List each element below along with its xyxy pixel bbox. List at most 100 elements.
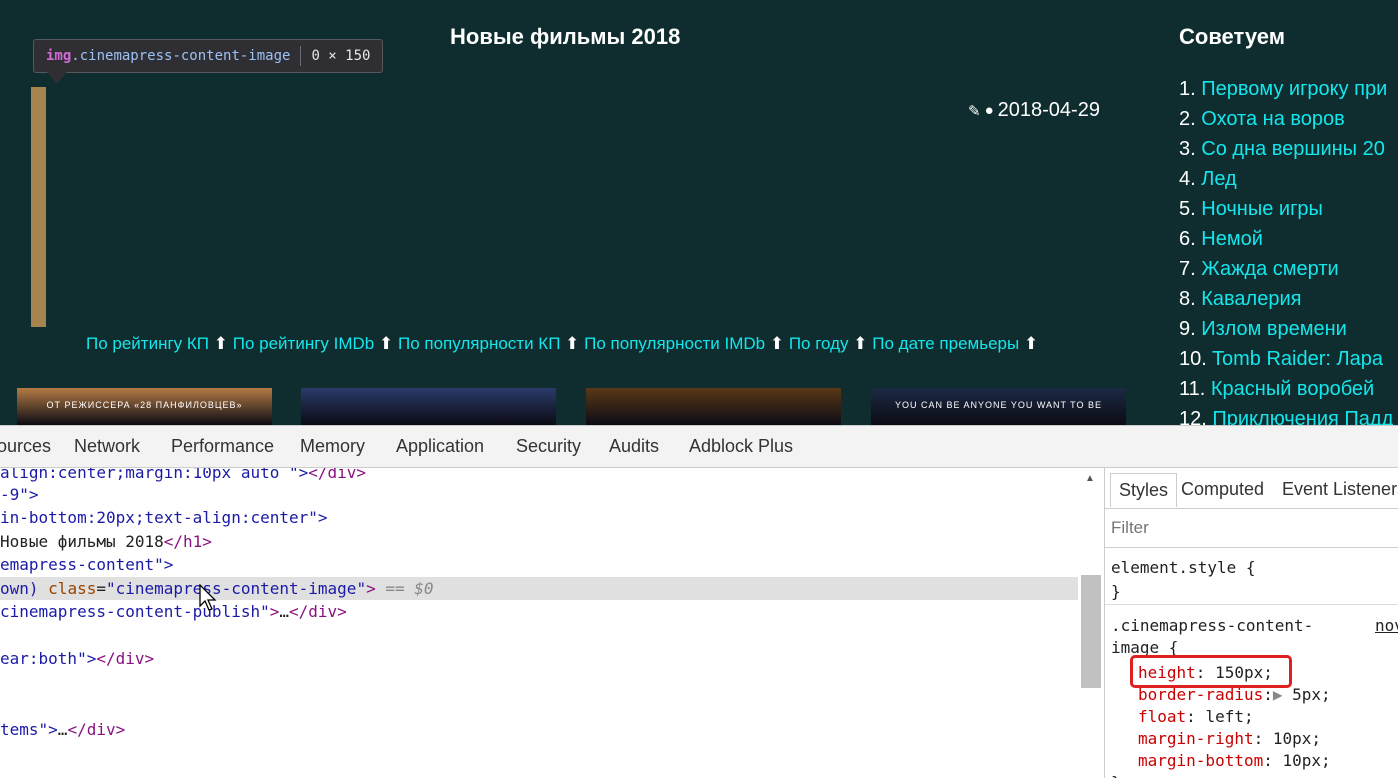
arrow-up-icon: ⬆ bbox=[565, 334, 580, 353]
arrow-up-icon: ⬆ bbox=[1023, 334, 1039, 353]
sort-imdb-popularity[interactable]: По популярности IMDb bbox=[584, 334, 765, 353]
dom-line[interactable]: -9"> bbox=[0, 483, 39, 506]
arrow-up-icon: ⬆ bbox=[769, 334, 785, 353]
sort-links: По рейтингу КП ⬆ По рейтингу IMDb ⬆ По п… bbox=[86, 334, 1038, 354]
sidebar-title: Советуем bbox=[1179, 24, 1285, 49]
sort-imdb-rating[interactable]: По рейтингу IMDb bbox=[233, 334, 375, 353]
rule-close-brace: } bbox=[1111, 582, 1121, 601]
scroll-up-arrow-icon[interactable]: ▲ bbox=[1085, 473, 1095, 484]
tooltip-tag: img bbox=[46, 48, 72, 64]
recommend-number: 10. bbox=[1179, 348, 1207, 370]
recommend-link[interactable]: Ночные игры bbox=[1201, 198, 1323, 220]
dom-line[interactable]: Новые фильмы 2018</h1> bbox=[0, 530, 212, 553]
inspect-tooltip: img .cinemapress-content-image 0 × 150 bbox=[33, 39, 384, 73]
dom-line[interactable]: in-bottom:20px;text-align:center"> bbox=[0, 506, 328, 529]
recommend-link[interactable]: Со дна вершины 20 bbox=[1201, 138, 1385, 160]
tooltip-size: 0 × 150 bbox=[311, 48, 371, 64]
mouse-cursor-icon bbox=[199, 584, 217, 611]
rule-selector[interactable]: .cinemapress-content- bbox=[1111, 616, 1313, 635]
recommend-number: 3. bbox=[1179, 138, 1196, 160]
tab-application[interactable]: Application bbox=[396, 436, 484, 457]
pencil-icon[interactable]: ✎ bbox=[968, 102, 981, 120]
movie-poster[interactable] bbox=[586, 388, 841, 425]
recommend-link[interactable]: Первому игроку при bbox=[1201, 78, 1387, 100]
element-style-selector[interactable]: element.style { bbox=[1111, 558, 1256, 577]
tab-network[interactable]: Network bbox=[74, 436, 140, 457]
tab-sources[interactable]: ources bbox=[0, 436, 51, 457]
tab-styles[interactable]: Styles bbox=[1110, 473, 1178, 507]
dom-line[interactable]: ear:both"></div> bbox=[0, 647, 154, 670]
recommend-link[interactable]: Tomb Raider: Лара bbox=[1212, 348, 1383, 370]
page-viewport: Новые фильмы 2018 img .cinemapress-conten… bbox=[0, 0, 1398, 425]
tab-memory[interactable]: Memory bbox=[300, 436, 365, 457]
recommend-item: 6. Немой bbox=[1179, 226, 1393, 256]
recommend-item: 4. Лед bbox=[1179, 166, 1393, 196]
tooltip-arrow bbox=[47, 72, 67, 84]
recommend-item: 10. Tomb Raider: Лара bbox=[1179, 346, 1393, 376]
devtools-tabbar: ources Network Performance Memory Applic… bbox=[0, 426, 1398, 468]
sort-kp-rating[interactable]: По рейтингу КП bbox=[86, 334, 209, 353]
movie-poster[interactable] bbox=[301, 388, 556, 425]
tab-event-listeners[interactable]: Event Listeners bbox=[1282, 479, 1398, 500]
filter-input[interactable] bbox=[1109, 517, 1393, 539]
clock-icon: ● bbox=[984, 102, 994, 119]
recommend-number: 5. bbox=[1179, 198, 1196, 220]
dom-line[interactable]: align:center;margin:10px auto "></div> bbox=[0, 468, 366, 484]
inspected-image-highlight[interactable] bbox=[31, 87, 46, 327]
recommend-item: 8. Кавалерия bbox=[1179, 286, 1393, 316]
arrow-up-icon: ⬆ bbox=[853, 334, 868, 353]
rule-close-brace: } bbox=[1111, 773, 1121, 778]
tab-performance[interactable]: Performance bbox=[171, 436, 274, 457]
sort-kp-popularity[interactable]: По популярности КП bbox=[398, 334, 560, 353]
recommend-item: 7. Жажда смерти bbox=[1179, 256, 1393, 286]
recommend-item: 11. Красный воробей bbox=[1179, 376, 1393, 406]
recommend-number: 4. bbox=[1179, 168, 1196, 190]
recommend-item: 9. Излом времени bbox=[1179, 316, 1393, 346]
recommend-link[interactable]: Жажда смерти bbox=[1201, 258, 1338, 280]
annotation-highlight-box bbox=[1130, 655, 1292, 688]
recommend-number: 11. bbox=[1179, 378, 1206, 400]
recommend-link[interactable]: Красный воробей bbox=[1211, 378, 1374, 400]
recommend-number: 2. bbox=[1179, 108, 1196, 130]
arrow-up-icon: ⬆ bbox=[379, 334, 394, 353]
tab-security[interactable]: Security bbox=[516, 436, 581, 457]
recommend-item: 3. Со дна вершины 20 bbox=[1179, 136, 1393, 166]
movie-poster[interactable]: ОТ РЕЖИССЕРА «28 ПАНФИЛОВЦЕВ» bbox=[17, 388, 272, 425]
tooltip-separator bbox=[300, 46, 302, 66]
recommend-list: 1. Первому игроку при 2. Охота на воров 3.… bbox=[1179, 76, 1393, 425]
movie-poster[interactable]: YOU CAN BE ANYONE YOU WANT TO BE bbox=[871, 388, 1126, 425]
css-property[interactable]: margin-right: 10px; bbox=[1138, 729, 1321, 748]
recommend-link[interactable]: Лед bbox=[1201, 168, 1236, 190]
tab-audits[interactable]: Audits bbox=[609, 436, 659, 457]
styles-tabbar: Styles Computed Event Listeners bbox=[1105, 468, 1398, 509]
tooltip-class: .cinemapress-content-image bbox=[71, 48, 291, 64]
recommend-link[interactable]: Излом времени bbox=[1201, 318, 1347, 340]
recommend-number: 9. bbox=[1179, 318, 1196, 340]
recommend-link[interactable]: Кавалерия bbox=[1201, 288, 1301, 310]
recommend-number: 1. bbox=[1179, 78, 1196, 100]
arrow-up-icon: ⬆ bbox=[213, 334, 229, 353]
sort-year[interactable]: По году bbox=[789, 334, 849, 353]
rule-separator bbox=[1105, 604, 1398, 605]
tab-computed[interactable]: Computed bbox=[1181, 479, 1264, 500]
recommend-link[interactable]: Немой bbox=[1201, 228, 1263, 250]
styles-filter bbox=[1105, 509, 1398, 548]
recommend-number: 12. bbox=[1179, 408, 1207, 425]
recommend-number: 8. bbox=[1179, 288, 1196, 310]
recommend-link[interactable]: Приключения Падд bbox=[1212, 408, 1393, 425]
dom-line[interactable]: cinemapress-content-publish">…</div> bbox=[0, 600, 347, 623]
elements-scrollbar[interactable] bbox=[1081, 575, 1101, 688]
dom-line[interactable]: emapress-content"> bbox=[0, 553, 173, 576]
tab-adblock-plus[interactable]: Adblock Plus bbox=[689, 436, 793, 457]
date-text: 2018-04-29 bbox=[997, 99, 1100, 121]
rule-source-link[interactable]: nov bbox=[1375, 616, 1398, 635]
dom-line[interactable]: tems">…</div> bbox=[0, 718, 125, 741]
recommend-item: 12. Приключения Падд bbox=[1179, 406, 1393, 425]
css-property[interactable]: margin-bottom: 10px; bbox=[1138, 751, 1331, 770]
dom-line-selected[interactable]: own) class="cinemapress-content-image"> … bbox=[0, 577, 1078, 600]
css-property[interactable]: float: left; bbox=[1138, 707, 1254, 726]
recommend-item: 1. Первому игроку при bbox=[1179, 76, 1393, 106]
recommend-link[interactable]: Охота на воров bbox=[1201, 108, 1345, 130]
sort-premiere-date[interactable]: По дате премьеры bbox=[872, 334, 1019, 353]
styles-pane: Styles Computed Event Listeners element.… bbox=[1105, 468, 1398, 778]
